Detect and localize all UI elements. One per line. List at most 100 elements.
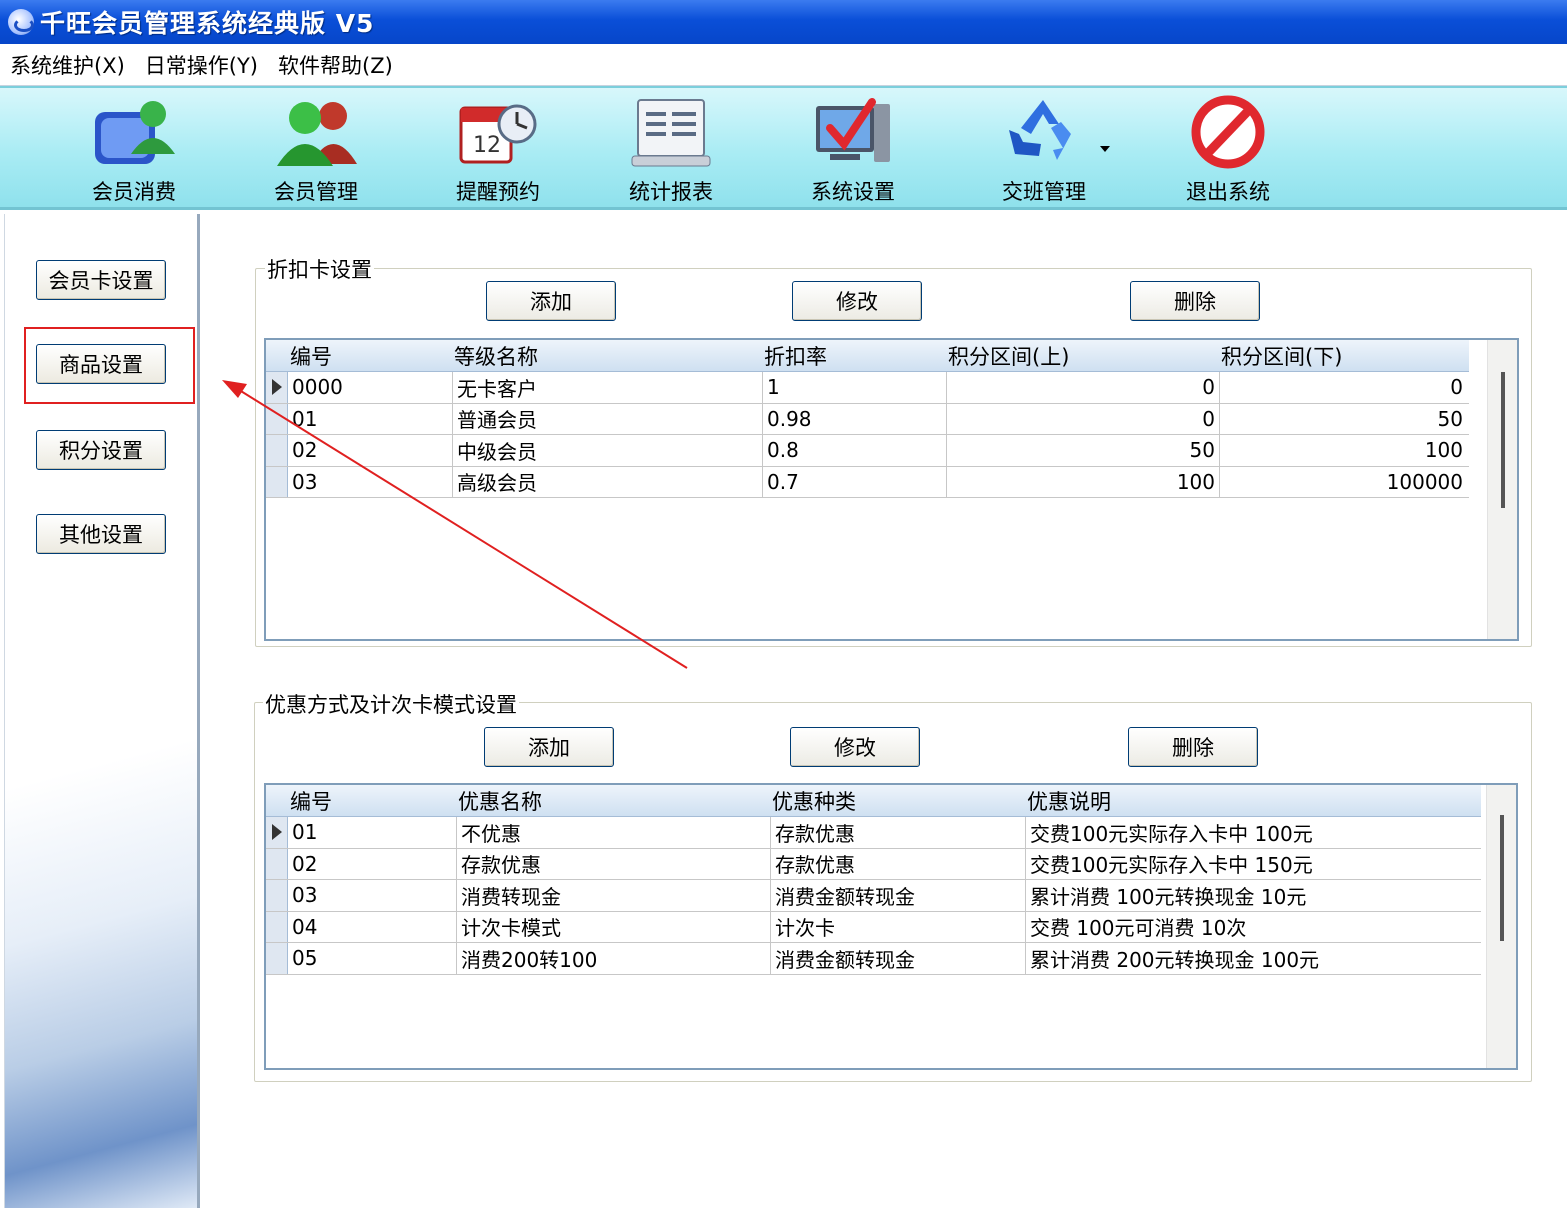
discount-card-table: 编号 等级名称 折扣率 积分区间(上) 积分区间(下) 0000 无卡客户 1 … <box>264 338 1519 641</box>
member-consume-icon <box>91 94 177 170</box>
calendar-clock-icon: 12 <box>455 94 541 170</box>
table-cell: 存款优惠 <box>456 848 770 879</box>
dropdown-arrow-icon[interactable] <box>1100 146 1110 152</box>
menu-software-help[interactable]: 软件帮助(Z) <box>278 50 393 80</box>
toolbar-member-manage-button[interactable]: 会员管理 <box>246 94 386 206</box>
table-cell: 100 <box>1219 435 1467 466</box>
table-header: 编号 优惠名称 优惠种类 优惠说明 <box>266 785 1481 817</box>
toolbar-label: 交班管理 <box>1002 180 1086 204</box>
table-cell: 0.7 <box>762 466 946 497</box>
toolbar-exit-button[interactable]: 退出系统 <box>1158 94 1298 206</box>
table-cell: 0 <box>1219 372 1467 403</box>
table-cell: 累计消费 200元转换现金 100元 <box>1025 943 1481 974</box>
sidebar-item-member-card-settings[interactable]: 会员卡设置 <box>36 260 166 300</box>
menu-bar: 系统维护(X) 日常操作(Y) 软件帮助(Z) <box>0 44 1567 86</box>
table-row[interactable]: 04 计次卡模式 计次卡 交费 100元可消费 10次 <box>266 911 1481 943</box>
discount-edit-button[interactable]: 修改 <box>792 281 922 321</box>
table-row[interactable]: 0000 无卡客户 1 0 0 <box>266 372 1469 404</box>
table-cell: 1 <box>762 372 946 403</box>
recycle-icon <box>1001 94 1087 170</box>
menu-daily-operation[interactable]: 日常操作(Y) <box>145 50 258 80</box>
promotion-delete-button[interactable]: 删除 <box>1128 727 1258 767</box>
table-row[interactable]: 02 中级会员 0.8 50 100 <box>266 435 1469 467</box>
toolbar-label: 统计报表 <box>629 180 713 204</box>
promotion-table: 编号 优惠名称 优惠种类 优惠说明 01 不优惠 存款优惠 交费100元实际存入… <box>264 783 1518 1070</box>
table-cell: 计次卡 <box>770 911 1025 942</box>
scrollbar-thumb[interactable] <box>1500 815 1504 941</box>
table-cell: 100000 <box>1219 466 1467 497</box>
menu-system-maintenance[interactable]: 系统维护(X) <box>10 50 125 80</box>
main-toolbar: 会员消费 会员管理 12 提醒预约 统计报表 系统设置 交班管理 退出系统 <box>0 86 1567 210</box>
discount-add-button[interactable]: 添加 <box>486 281 616 321</box>
promotion-add-button[interactable]: 添加 <box>484 727 614 767</box>
scrollbar-thumb[interactable] <box>1501 372 1505 508</box>
table-cell: 消费金额转现金 <box>770 880 1025 911</box>
table-row[interactable]: 01 不优惠 存款优惠 交费100元实际存入卡中 100元 <box>266 817 1481 849</box>
table-cell: 50 <box>1219 403 1467 434</box>
toolbar-report-button[interactable]: 统计报表 <box>601 94 741 206</box>
discount-delete-button[interactable]: 删除 <box>1130 281 1260 321</box>
column-header[interactable]: 优惠说明 <box>1025 785 1481 816</box>
column-header[interactable]: 优惠名称 <box>456 785 770 816</box>
annotation-highlight-box <box>24 327 195 404</box>
toolbar-reminder-button[interactable]: 12 提醒预约 <box>428 94 568 206</box>
table-cell: 50 <box>946 435 1219 466</box>
table-cell: 存款优惠 <box>770 817 1025 848</box>
column-header[interactable]: 编号 <box>288 785 456 816</box>
discount-card-group-title: 折扣卡设置 <box>265 254 374 284</box>
table-cell: 消费转现金 <box>456 880 770 911</box>
table-cell: 无卡客户 <box>452 372 762 403</box>
table-cell: 05 <box>292 946 318 971</box>
toolbar-shift-button[interactable]: 交班管理 <box>974 94 1114 206</box>
app-logo-icon <box>8 9 34 35</box>
table-cell: 消费金额转现金 <box>770 943 1025 974</box>
table-cell: 高级会员 <box>452 466 762 497</box>
exit-icon <box>1185 94 1271 170</box>
toolbar-system-settings-button[interactable]: 系统设置 <box>783 94 923 206</box>
vertical-scrollbar[interactable] <box>1487 340 1517 639</box>
table-cell: 03 <box>292 469 318 494</box>
table-cell: 交费100元实际存入卡中 100元 <box>1025 817 1481 848</box>
column-header[interactable]: 折扣率 <box>762 340 946 371</box>
table-cell: 计次卡模式 <box>456 911 770 942</box>
toolbar-member-consume-button[interactable]: 会员消费 <box>64 94 204 206</box>
table-row[interactable]: 03 消费转现金 消费金额转现金 累计消费 100元转换现金 10元 <box>266 880 1481 912</box>
table-cell: 交费100元实际存入卡中 150元 <box>1025 848 1481 879</box>
table-cell: 03 <box>292 883 318 908</box>
table-row[interactable]: 05 消费200转100 消费金额转现金 累计消费 200元转换现金 100元 <box>266 943 1481 975</box>
promotion-edit-button[interactable]: 修改 <box>790 727 920 767</box>
column-header[interactable]: 积分区间(下) <box>1219 340 1467 371</box>
row-pointer-icon <box>266 817 288 848</box>
column-header[interactable]: 优惠种类 <box>770 785 1025 816</box>
sidebar-item-other-settings[interactable]: 其他设置 <box>36 514 166 554</box>
table-cell: 01 <box>292 820 318 845</box>
toolbar-label: 提醒预约 <box>456 180 540 204</box>
vertical-scrollbar[interactable] <box>1486 785 1516 1068</box>
toolbar-label: 会员消费 <box>92 180 176 204</box>
table-cell: 0.98 <box>762 403 946 434</box>
system-settings-icon <box>810 94 896 170</box>
column-header[interactable]: 编号 <box>288 340 452 371</box>
report-icon <box>628 94 714 170</box>
toolbar-label: 退出系统 <box>1186 180 1270 204</box>
sidebar-item-points-settings[interactable]: 积分设置 <box>36 430 166 470</box>
table-cell: 消费200转100 <box>456 943 770 974</box>
table-row[interactable]: 02 存款优惠 存款优惠 交费100元实际存入卡中 150元 <box>266 848 1481 880</box>
table-cell: 0 <box>946 403 1219 434</box>
row-pointer-icon <box>266 372 288 403</box>
table-cell: 0.8 <box>762 435 946 466</box>
table-cell: 累计消费 100元转换现金 10元 <box>1025 880 1481 911</box>
svg-text:12: 12 <box>473 133 501 158</box>
table-row[interactable]: 03 高级会员 0.7 100 100000 <box>266 466 1469 498</box>
table-cell: 02 <box>292 438 318 463</box>
column-header[interactable]: 积分区间(上) <box>946 340 1219 371</box>
column-header[interactable]: 等级名称 <box>452 340 762 371</box>
member-manage-icon <box>273 94 359 170</box>
table-cell: 0 <box>946 372 1219 403</box>
table-cell: 01 <box>292 406 318 431</box>
table-header: 编号 等级名称 折扣率 积分区间(上) 积分区间(下) <box>266 340 1469 372</box>
table-row[interactable]: 01 普通会员 0.98 0 50 <box>266 403 1469 435</box>
table-cell: 普通会员 <box>452 403 762 434</box>
toolbar-label: 系统设置 <box>811 180 895 204</box>
title-bar: 千旺会员管理系统经典版 V5 <box>0 0 1567 44</box>
